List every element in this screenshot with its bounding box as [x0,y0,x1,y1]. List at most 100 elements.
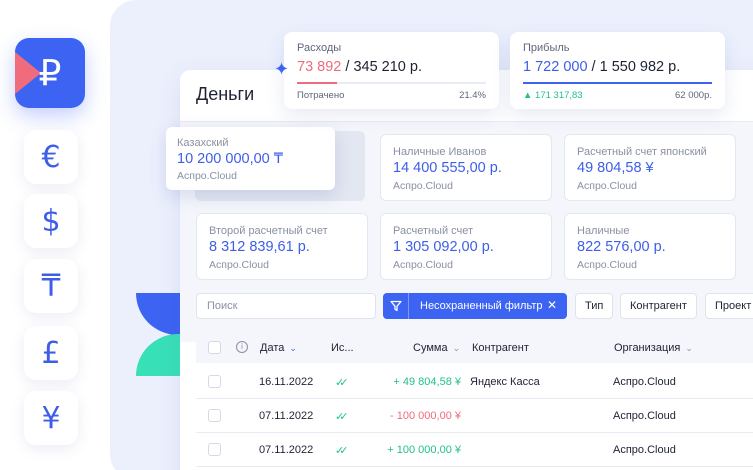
accent-triangle [15,52,41,94]
profit-separator: / [587,59,600,75]
expenses-spent: 73 892 [297,59,342,75]
filter-icon [383,293,409,319]
account-amount: 10 200 000,00 ₸ [177,151,283,167]
column-date[interactable]: Дата ⌄ [260,342,297,354]
app-stage: ₽ € $ ₸ £ ¥ Деньги Наличные Иванов 14 40… [0,0,753,470]
row-organization: Аспро.Cloud [613,444,676,456]
row-divider [196,398,753,399]
currency-pound-button[interactable]: £ [24,326,78,380]
currency-tenge-button[interactable]: ₸ [24,259,78,313]
column-organization[interactable]: Организация ⌄ [614,342,693,354]
expenses-separator: / [341,59,354,75]
currency-ruble-button[interactable]: ₽ [15,38,85,108]
profit-progress-track [523,82,712,84]
account-card-dragging[interactable]: Казахский 10 200 000,00 ₸ Аспро.Cloud [166,127,335,190]
account-amount: 14 400 555,00 р. [393,160,502,176]
filter-chip-type[interactable]: Тип [575,293,614,319]
account-source: Аспро.Cloud [577,259,637,271]
profit-current: 1 722 000 [523,59,588,75]
active-filter-label: Несохраненный фильтр [420,300,543,312]
currency-euro-button[interactable]: € [24,130,78,184]
account-card[interactable]: Расчетный счет японский 49 804,58 ¥ Аспр… [564,134,736,201]
row-date: 07.11.2022 [259,444,314,456]
profit-label: Прибыль [523,42,570,54]
expenses-percent: 21.4% [459,90,486,101]
column-amount-label: Сумма [413,342,448,354]
account-name: Казахский [177,137,229,149]
expenses-progress-fill [297,82,338,84]
chevron-down-icon: ⌄ [289,343,297,353]
currency-yen-button[interactable]: ¥ [24,391,78,445]
profit-progress-fill [523,82,712,84]
expenses-foot-label: Потрачено [297,90,345,101]
expenses-total: 345 210 р. [353,59,422,75]
filter-chip-project[interactable]: Проект [705,293,753,319]
row-amount: + 100 000,00 ¥ [387,444,461,456]
row-counterparty: Яндекс Касса [470,376,540,388]
expenses-progress-track [297,82,486,84]
account-name: Наличные Иванов [393,146,487,158]
ruble-icon: ₽ [38,52,62,94]
expenses-value: 73 892 / 345 210 р. [297,59,422,75]
account-name: Второй расчетный счет [209,225,328,237]
close-icon[interactable]: ✕ [547,298,557,312]
account-card[interactable]: Расчетный счет 1 305 092,00 р. Аспро.Clo… [380,213,552,280]
row-checkbox[interactable] [208,443,221,456]
search-input[interactable]: Поиск [196,293,376,319]
account-source: Аспро.Cloud [393,180,453,192]
column-status[interactable]: Ис... [331,342,354,354]
row-date: 07.11.2022 [259,410,314,422]
active-filter-button[interactable]: Несохраненный фильтр ✕ [383,293,567,319]
account-source: Аспро.Cloud [177,170,237,182]
row-amount: - 100 000,00 ¥ [390,410,461,422]
select-all-checkbox[interactable] [208,341,221,354]
account-source: Аспро.Cloud [393,259,453,271]
column-date-label: Дата [260,342,285,354]
currency-dollar-button[interactable]: $ [24,194,78,248]
dollar-icon: $ [41,203,61,239]
double-check-icon: ✓✓ [335,410,349,423]
profit-value: 1 722 000 / 1 550 982 р. [523,59,680,75]
account-name: Наличные [577,225,630,237]
chevron-down-icon: ⌄ [452,343,461,353]
column-organization-label: Организация [614,342,681,354]
row-divider [196,432,753,433]
expenses-label: Расходы [297,42,342,54]
account-name: Расчетный счет японский [577,146,707,158]
column-counterparty[interactable]: Контрагент [472,342,529,354]
expenses-summary-card: Расходы 73 892 / 345 210 р. Потрачено 21… [284,32,499,109]
account-amount: 8 312 839,61 р. [209,239,310,255]
page-title: Деньги [196,84,255,104]
account-card[interactable]: Второй расчетный счет 8 312 839,61 р. Ас… [196,213,368,280]
euro-icon: € [41,139,61,175]
profit-summary-card: Прибыль 1 722 000 / 1 550 982 р. ▲ 171 3… [510,32,725,109]
profit-delta: ▲ 171 317,83 [523,90,583,101]
yen-icon: ¥ [41,400,61,436]
double-check-icon: ✓✓ [335,376,349,389]
tenge-icon: ₸ [41,268,61,304]
account-card[interactable]: Наличные 822 576,00 р. Аспро.Cloud [564,213,736,280]
info-icon[interactable]: i [236,341,248,353]
account-source: Аспро.Cloud [577,180,637,192]
account-amount: 1 305 092,00 р. [393,239,494,255]
filter-chip-counterparty[interactable]: Контрагент [620,293,697,319]
row-checkbox[interactable] [208,375,221,388]
pound-icon: £ [41,335,61,371]
chevron-down-icon: ⌄ [685,343,693,353]
sparkle-icon: ✦ [274,59,290,80]
account-source: Аспро.Cloud [209,259,269,271]
row-organization: Аспро.Cloud [613,376,676,388]
account-amount: 49 804,58 ¥ [577,160,654,176]
row-checkbox[interactable] [208,409,221,422]
account-amount: 822 576,00 р. [577,239,666,255]
column-amount[interactable]: Сумма ⌄ [413,342,460,354]
profit-total: 1 550 982 р. [599,59,681,75]
profit-target: 62 000р. [675,90,712,101]
row-organization: Аспро.Cloud [613,410,676,422]
double-check-icon: ✓✓ [335,444,349,457]
row-date: 16.11.2022 [259,376,314,388]
row-amount: + 49 804,58 ¥ [393,376,461,388]
account-name: Расчетный счет [393,225,474,237]
row-divider [196,466,753,467]
account-card[interactable]: Наличные Иванов 14 400 555,00 р. Аспро.C… [380,134,552,201]
